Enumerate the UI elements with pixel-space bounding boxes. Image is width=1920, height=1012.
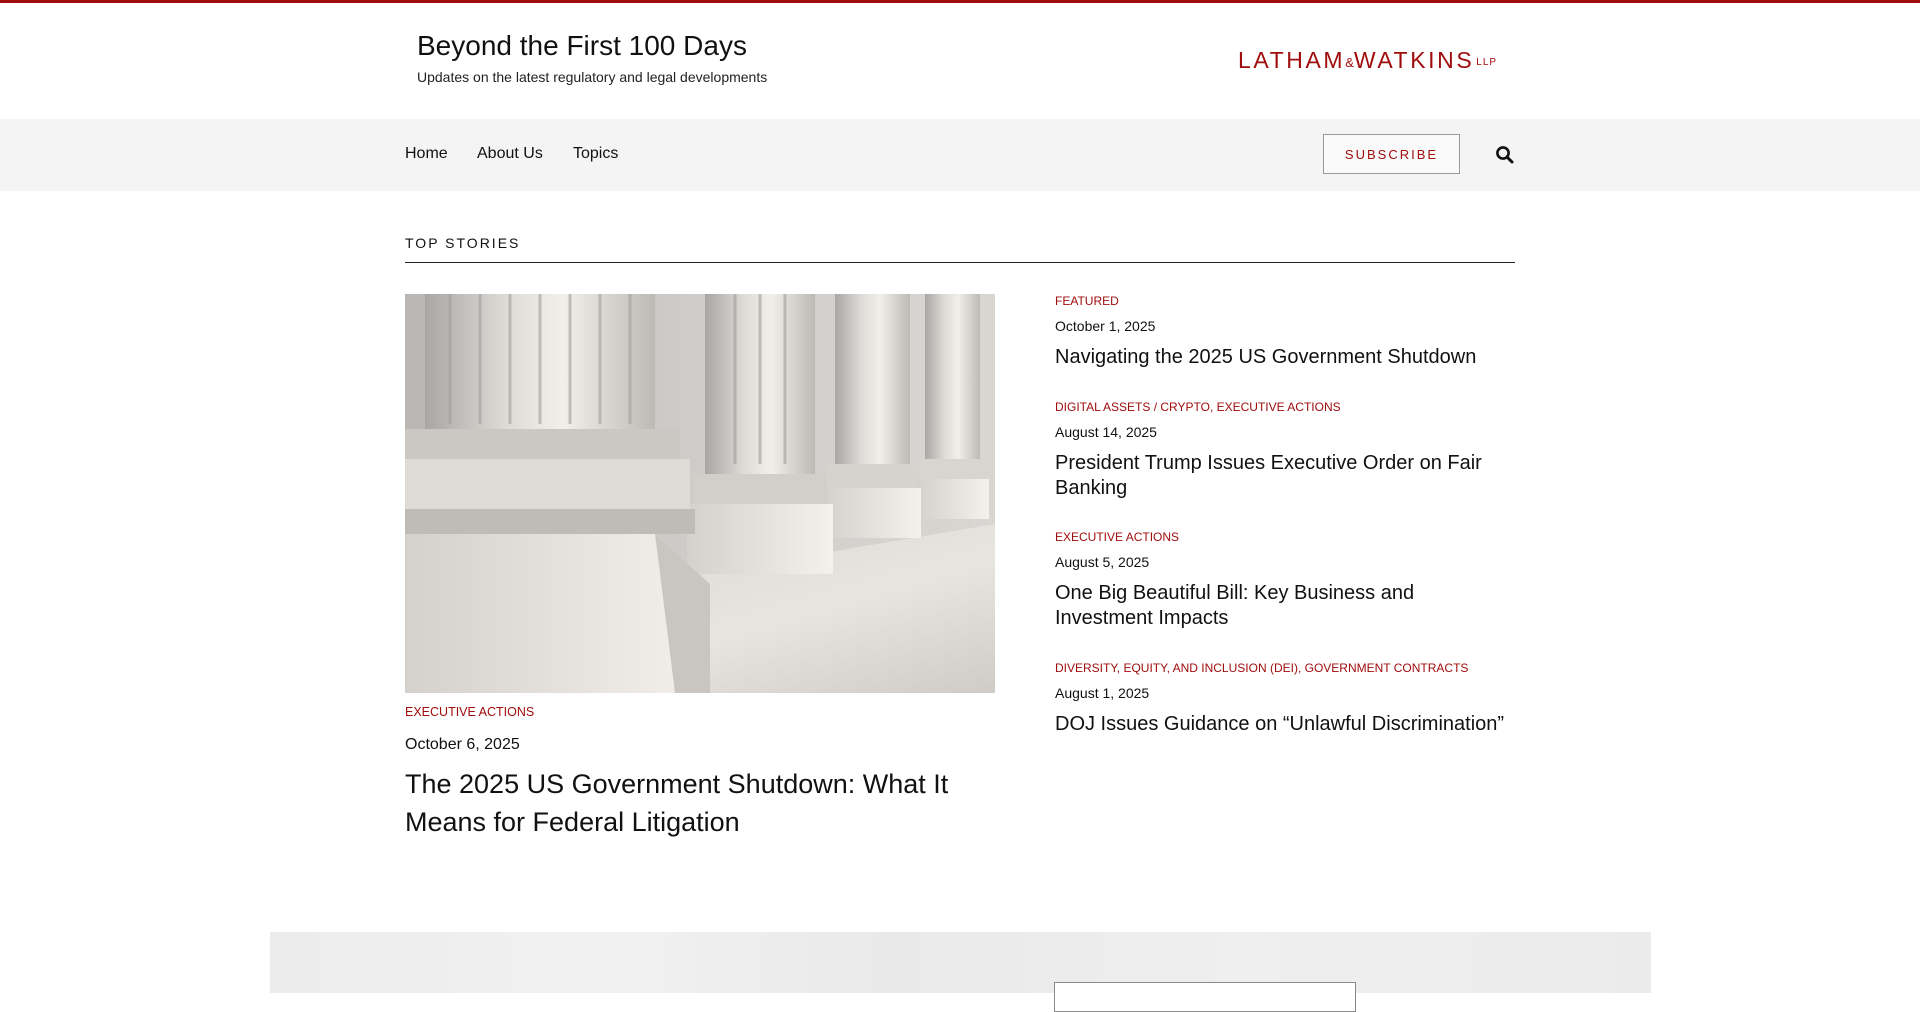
nav-about-us[interactable]: About Us xyxy=(477,145,543,163)
site-tagline: Updates on the latest regulatory and leg… xyxy=(417,69,768,85)
category-link[interactable]: Executive Actions xyxy=(1217,400,1341,414)
courthouse-columns-image[interactable] xyxy=(405,294,995,693)
story-item: Diversity, Equity, and Inclusion (DEI), … xyxy=(1055,661,1515,737)
subscribe-button[interactable]: SUBSCRIBE xyxy=(1323,134,1460,174)
section-heading: TOP STORIES xyxy=(405,235,521,251)
story-categories: Digital Assets / Crypto, Executive Actio… xyxy=(1055,400,1341,414)
story-title-link[interactable]: DOJ Issues Guidance on “Unlawful Discrim… xyxy=(1055,712,1515,737)
logo-ampersand: & xyxy=(1345,55,1354,70)
story-date: October 1, 2025 xyxy=(1055,318,1156,334)
story-date: August 1, 2025 xyxy=(1055,685,1150,701)
story-date: August 5, 2025 xyxy=(1055,554,1150,570)
story-title-link[interactable]: Navigating the 2025 US Government Shutdo… xyxy=(1055,345,1515,370)
site-title[interactable]: Beyond the First 100 Days xyxy=(417,30,747,62)
story-item: Featured October 1, 2025 Navigating the … xyxy=(1055,294,1515,370)
story-title-link[interactable]: President Trump Issues Executive Order o… xyxy=(1055,451,1515,501)
story-categories: Featured xyxy=(1055,294,1515,308)
story-date: August 14, 2025 xyxy=(1055,424,1157,440)
logo-text-watkins: WATKINS xyxy=(1353,47,1475,73)
logo-text-latham: LATHAM xyxy=(1238,47,1346,73)
hero-category-link[interactable]: EXECUTIVE ACTIONS xyxy=(405,705,534,719)
top-accent-bar xyxy=(0,0,1920,3)
category-link[interactable]: Government Contracts xyxy=(1305,661,1469,675)
nav-home[interactable]: Home xyxy=(405,145,448,163)
nav-topics[interactable]: Topics xyxy=(573,145,618,163)
story-item: Digital Assets / Crypto, Executive Actio… xyxy=(1055,400,1515,501)
hero-date: October 6, 2025 xyxy=(405,736,520,753)
category-link[interactable]: Diversity, Equity, and Inclusion (DEI) xyxy=(1055,661,1298,675)
story-categories: Executive Actions xyxy=(1055,530,1515,544)
search-icon[interactable] xyxy=(1495,145,1515,165)
main-navigation: Home About Us Topics SUBSCRIBE xyxy=(0,119,1920,191)
newsletter-email-input[interactable] xyxy=(1054,982,1356,1012)
story-title-link[interactable]: One Big Beautiful Bill: Key Business and… xyxy=(1055,581,1515,631)
category-link[interactable]: Featured xyxy=(1055,294,1119,308)
category-link[interactable]: Executive Actions xyxy=(1055,530,1179,544)
latham-watkins-logo[interactable]: LATHAM&WATKINS LLP xyxy=(1238,47,1497,74)
logo-suffix: LLP xyxy=(1476,57,1498,68)
section-divider xyxy=(405,262,1515,263)
category-link[interactable]: Digital Assets / Crypto xyxy=(1055,400,1210,414)
hero-title-link[interactable]: The 2025 US Government Shutdown: What It… xyxy=(405,765,995,841)
newsletter-band xyxy=(270,932,1651,993)
story-item: Executive Actions August 5, 2025 One Big… xyxy=(1055,530,1515,631)
story-categories: Diversity, Equity, and Inclusion (DEI), … xyxy=(1055,661,1469,675)
